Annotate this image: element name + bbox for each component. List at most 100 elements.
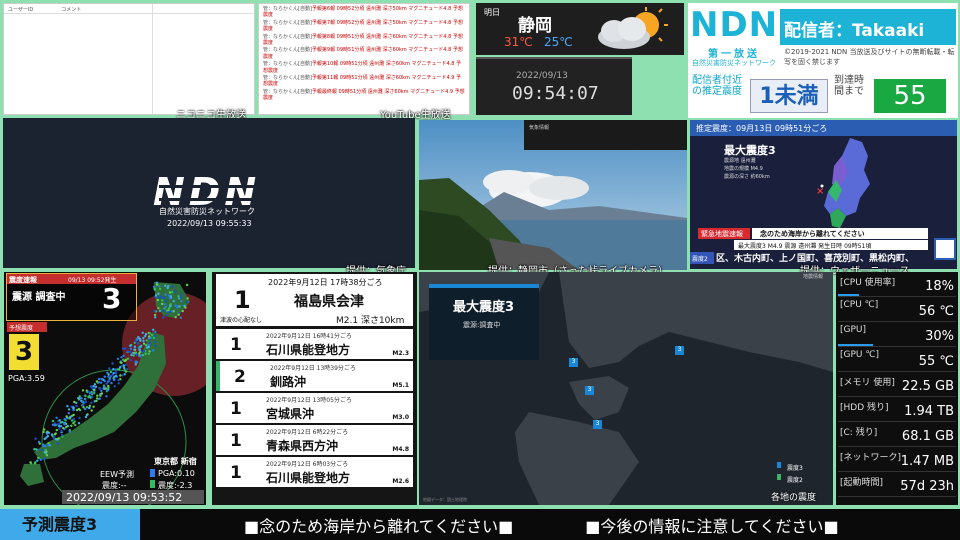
weather-day: 明日 xyxy=(484,8,500,17)
chat-message: 管：ならかくん[自動]予報第6報 09時52分頃 遠州灘 深さ50km マグニチ… xyxy=(263,6,465,19)
eq-row-int: 1 xyxy=(230,463,242,483)
latest-eq-note: 津波の心配なし xyxy=(220,317,263,324)
system-monitor-panel: [CPU 使用率] 18% [CPU ℃] 56 ℃ [GPU] 30% [GPU ℃] 55… xyxy=(836,272,958,505)
kmoni-origin-intensity: 3 xyxy=(102,282,122,315)
col-comment: コメント xyxy=(61,7,82,13)
eq-row-int: 2 xyxy=(234,367,246,387)
legend-shindo2: 震度2 xyxy=(787,477,803,484)
bottom-ticker: 予測震度3 ■念のため海岸から離れてください■ ■今後の情報に注意してください■ xyxy=(0,509,960,540)
ndn-subtitle: 自然災害防災ネットワーク xyxy=(692,59,776,67)
chat-user: 管：ならかくん[自動] xyxy=(263,33,312,40)
youtube-chat-panel: 管：ならかくん[自動]予報第6報 09時52分頃 遠州灘 深さ50km マグニチ… xyxy=(258,3,470,115)
sysmon-row: [起動時間] 57d 23h xyxy=(838,472,956,497)
kmoni-eew: EEW予測 xyxy=(100,470,135,479)
eq-row-place: 石川県能登地方 xyxy=(266,471,351,485)
eq-row-dt: 2022年9月12日 6時03分ごろ xyxy=(266,461,349,468)
ticker-message-1: ■念のため海岸から離れてください■ xyxy=(244,516,514,536)
intensity-marker: 3 xyxy=(585,386,594,395)
est-intensity-label: 配信者付近の推定震度 xyxy=(692,75,742,97)
camera-view-image: 気象情報 xyxy=(419,120,687,270)
sysmon-row: [GPU ℃] 55 ℃ xyxy=(838,347,956,372)
ndn-window-time: 2022/09/13 09:55:33 xyxy=(167,219,252,228)
kmoni-time: 2022/09/13 09:53:52 xyxy=(62,490,204,504)
eq-history-row[interactable]: 2022年9月12日 16時41分ごろ 1 石川県能登地方 M2.3 xyxy=(216,329,413,359)
eq-row-place: 石川県能登地方 xyxy=(266,343,351,357)
eq-row-mag: M5.1 xyxy=(392,382,409,389)
sysmon-value: 55 ℃ xyxy=(918,354,954,369)
kmoni-pred-intensity: 3 xyxy=(9,334,39,370)
latest-eq-place: 福島県会津 xyxy=(294,294,364,310)
chat-message: 管：ならかくん[自動]予報第9報 09時51分頃 遠州灘 深さ60km マグニチ… xyxy=(263,47,465,60)
chat-message: 管：ならかくん[自動]予報第10報 09時51分頃 遠州灘 深さ60km マグニ… xyxy=(263,61,465,74)
eq-row-mag: M2.3 xyxy=(392,350,409,357)
eqmap-header: 推定震度：09月13日 09時51分ごろ xyxy=(690,120,957,136)
ndn-window-subtitle: 自然災害防災ネットワーク xyxy=(159,207,255,216)
chat-message: 管：ならかくん[自動]予報第11報 09時51分頃 遠州灘 深さ60km マグニ… xyxy=(263,75,465,88)
intensity-marker: 3 xyxy=(569,358,578,367)
ndn-info-panel: NDN 配信者：Takaaki 第一放送 自然災害防災ネットワーク ©2019-… xyxy=(688,3,958,118)
svg-text:×: × xyxy=(816,186,824,197)
eew-alert-row: 最大震度3 M4.9 震源 遠州灘 発生日時 09時51頃 xyxy=(734,240,928,250)
sysmon-row: [ネットワーク] 1.47 MB xyxy=(838,447,956,472)
detail-credit: 地図データ：国土地理院 xyxy=(423,497,467,502)
copyright-text: ©2019-2021 NDN 当放送及びサイトの無断転載・転写を固く禁じます xyxy=(784,48,955,66)
live-camera-panel: 気象情報 xyxy=(419,120,687,270)
eew-alert-label: 緊急地震速報 xyxy=(698,228,750,239)
sysmon-row: [C: 残り] 68.1 GB xyxy=(838,422,956,447)
chat-message: 管：ならかくん[自動]予報第8報 09時51分頃 遠州灘 深さ60km マグニチ… xyxy=(263,34,465,47)
col-user: ユーザーID xyxy=(8,7,34,13)
chat-user: 管：ならかくん[自動] xyxy=(263,47,312,54)
arrival-label: 到達時間まで xyxy=(834,75,864,97)
eq-row-int: 1 xyxy=(230,399,242,419)
eq-history-row[interactable]: 2022年9月12日 6時03分ごろ 1 石川県能登地方 M2.6 xyxy=(216,457,413,487)
eq-history-row[interactable]: 2022年9月12日 13時39分ごろ 2 釧路沖 M5.1 xyxy=(216,361,413,391)
latest-earthquake-card: 2022年9月12日 17時38分ごろ 1 福島県会津 津波の心配なし M2.1… xyxy=(216,274,413,326)
sysmon-bar xyxy=(838,344,874,346)
seismic-detail-map: 最大震度3 震源:調査中 地震情報 3 3 3 3 震度3 震度2 各地の震度 … xyxy=(419,272,833,505)
sysmon-key: [起動時間] xyxy=(840,478,884,488)
eq-row-dt: 2022年9月12日 13時05分ごろ xyxy=(266,397,352,404)
eq-history-row[interactable]: 2022年9月12日 6時22分ごろ 1 青森県西方沖 M4.8 xyxy=(216,425,413,455)
sysmon-key: [CPU ℃] xyxy=(840,300,879,310)
sysmon-value: 22.5 GB xyxy=(901,379,954,394)
ticker-label: 予測震度3 xyxy=(0,509,140,540)
eq-row-mag: M2.6 xyxy=(392,478,409,485)
latest-eq-intensity: 1 xyxy=(234,286,251,314)
sysmon-key: [CPU 使用率] xyxy=(840,278,896,288)
eq-row-dt: 2022年9月12日 6時22分ごろ xyxy=(266,429,349,436)
weather-city: 静岡 xyxy=(518,16,552,36)
sysmon-value: 18% xyxy=(925,279,954,294)
sysmon-value: 1.94 TB xyxy=(904,404,954,419)
sysmon-bar xyxy=(838,294,860,296)
sysmon-key: [C: 残り] xyxy=(840,428,878,438)
eqmap-detail-line: 震源の深さ 約60km xyxy=(724,174,770,180)
svg-text:気象情報: 気象情報 xyxy=(529,124,549,131)
caster-label: 配信者：Takaaki xyxy=(780,9,956,45)
ndn-logo: NDN xyxy=(690,5,779,45)
ndn-window: NDN 自然災害防災ネットワーク 2022/09/13 09:55:33 xyxy=(3,118,415,268)
chat-user: 管：ならかくん[自動] xyxy=(263,88,312,95)
arrival-value: 55 xyxy=(874,79,946,113)
sysmon-value: 68.1 GB xyxy=(901,429,954,444)
chat-message: 管：ならかくん[自動]予報最終報 09時51分頃 遠州灘 深さ60km マグニチ… xyxy=(263,89,465,102)
eqmap-detail-line: 震源地 遠州灘 xyxy=(724,158,756,164)
niconico-comment-panel: ユーザーID コメント xyxy=(3,3,255,115)
eq-row-int: 1 xyxy=(230,431,242,451)
kmoni-pga2: PGA:0.10 xyxy=(158,469,195,478)
estimated-intensity-japan-map: × xyxy=(816,138,870,228)
shindo-tag: 震度2 xyxy=(690,252,714,264)
sysmon-row: [CPU ℃] 56 ℃ xyxy=(838,297,956,322)
ticker-message-2: ■今後の情報に注意してください■ xyxy=(585,516,839,536)
kmoni-pga: PGA:3.59 xyxy=(8,374,45,383)
estimated-intensity-map: 推定震度：09月13日 09時51分ごろ 最大震度3 震源地 遠州灘 地震の規模 … xyxy=(690,120,957,269)
eq-history-row[interactable]: 2022年9月12日 13時05分ごろ 1 宮城県沖 M3.0 xyxy=(216,393,413,423)
clock-panel: 2022/09/13 09:54:07 xyxy=(476,57,632,115)
sysmon-value: 56 ℃ xyxy=(918,304,954,319)
clock-date: 2022/09/13 xyxy=(516,71,568,81)
weather-low: 25℃ xyxy=(544,35,573,49)
chat-message: 管：ならかくん[自動]予報第7報 09時52分頃 遠州灘 深さ50km マグニチ… xyxy=(263,20,465,33)
eq-row-mag: M4.8 xyxy=(392,446,409,453)
detail-sub: 震源:調査中 xyxy=(463,321,501,329)
clock-time: 09:54:07 xyxy=(512,83,599,104)
legend-shindo3: 震度3 xyxy=(787,465,803,472)
